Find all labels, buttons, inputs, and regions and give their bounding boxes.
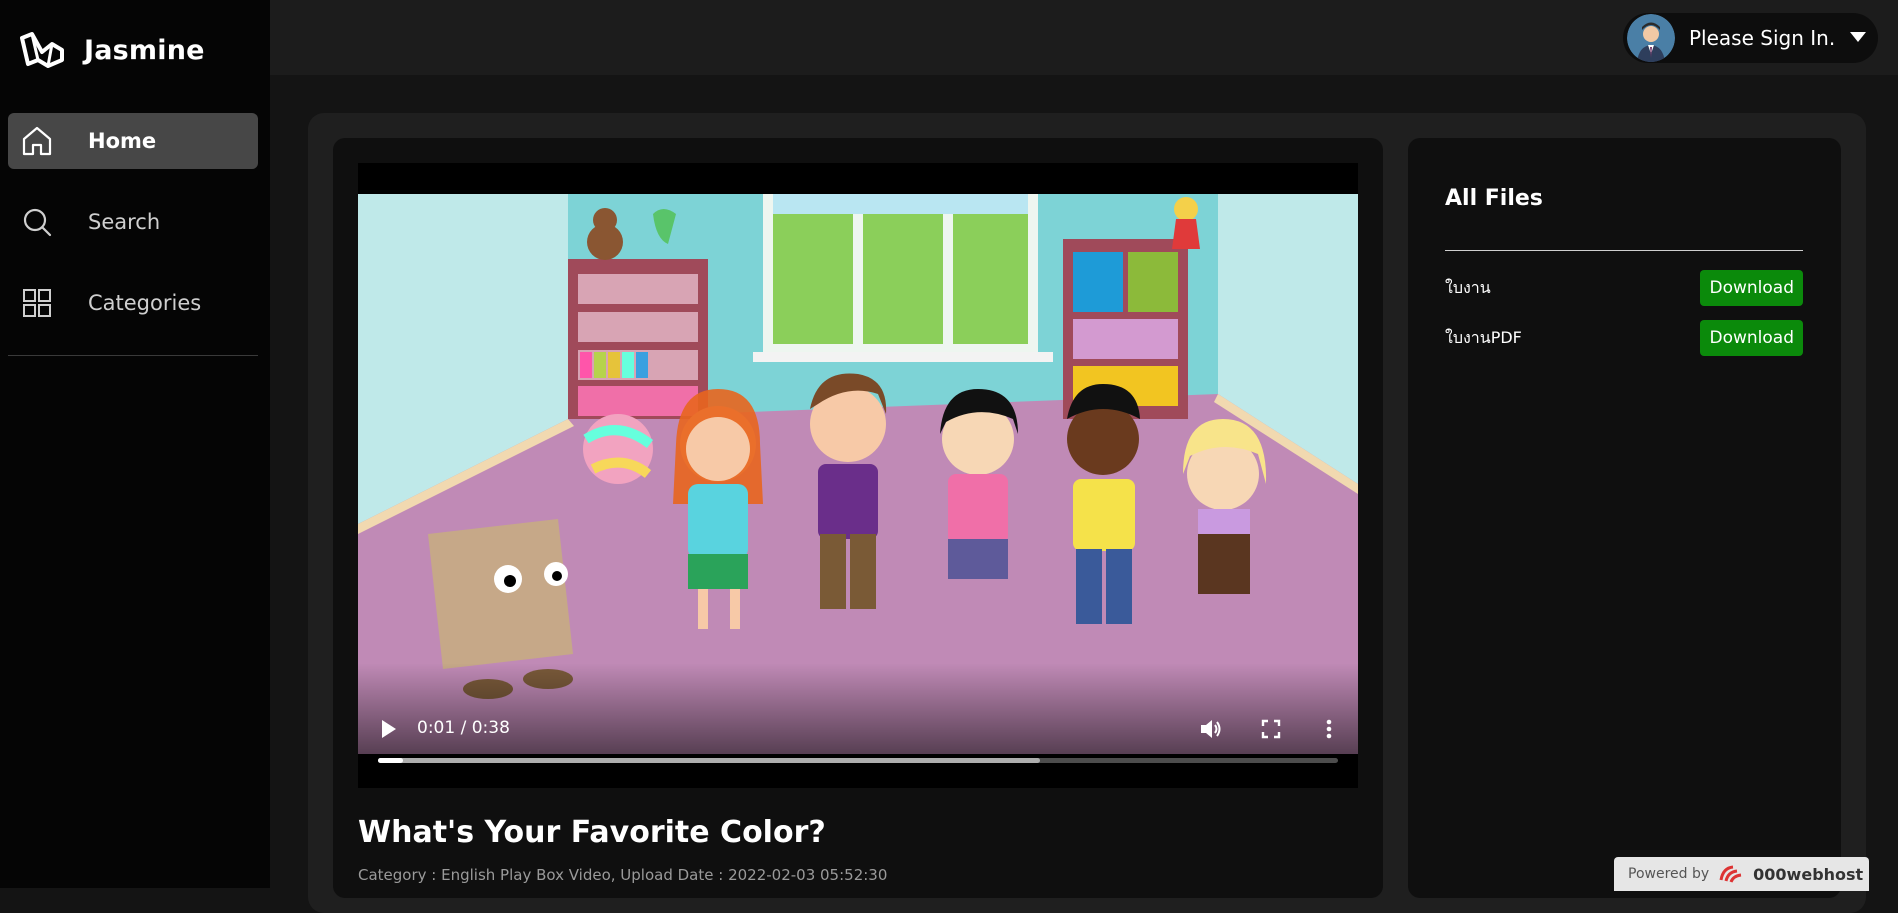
caret-down-icon[interactable] [1850,30,1866,44]
sidebar-item-categories[interactable]: Categories [8,275,258,331]
grid-icon [23,289,51,317]
files-card [1408,138,1841,898]
download-button[interactable]: Download [1700,270,1803,306]
file-name: ใบงาน [1445,277,1491,297]
sidebar-item-label: Search [88,210,161,234]
sign-in-label: Please Sign In. [1689,26,1836,50]
webhost-logo-icon [1719,865,1742,883]
video-title: What's Your Favorite Color? [358,815,826,850]
more-options-icon[interactable] [1316,716,1342,742]
user-menu[interactable]: Please Sign In. [1623,13,1878,63]
files-divider [1445,250,1803,251]
sidebar-item-label: Categories [88,291,202,315]
play-icon[interactable] [380,718,398,740]
video-player[interactable]: 0:01 / 0:38 [358,163,1358,788]
file-name: ใบงานPDF [1445,327,1522,347]
user-avatar [1627,14,1675,62]
sidebar: Jasmine Home Search Categories [0,0,270,888]
progress-played [378,758,403,763]
brand-name: Jasmine [84,34,205,66]
time-display: 0:01 / 0:38 [417,718,510,738]
powered-by-brand: 000webhost [1753,864,1864,884]
file-item: ใบงาน Download [1445,270,1803,306]
powered-by-badge[interactable]: Powered by 000webhost [1614,857,1869,891]
file-item: ใบงานPDF Download [1445,320,1803,356]
top-bar: Please Sign In. [270,0,1898,75]
home-icon [22,126,52,156]
powered-by-label: Powered by [1628,866,1710,882]
download-button[interactable]: Download [1700,320,1803,356]
progress-bar[interactable] [378,758,1338,763]
volume-icon[interactable] [1198,716,1224,742]
sidebar-item-search[interactable]: Search [8,194,258,250]
fullscreen-icon[interactable] [1258,716,1284,742]
sidebar-item-label: Home [88,129,157,153]
sidebar-item-home[interactable]: Home [8,113,258,169]
laravel-logo-icon [20,32,64,68]
brand[interactable]: Jasmine [18,30,205,70]
progress-buffered [378,758,1041,763]
files-title: All Files [1445,186,1543,211]
search-icon [23,208,52,237]
sidebar-divider [8,355,258,356]
video-meta: Category : English Play Box Video, Uploa… [358,866,888,884]
